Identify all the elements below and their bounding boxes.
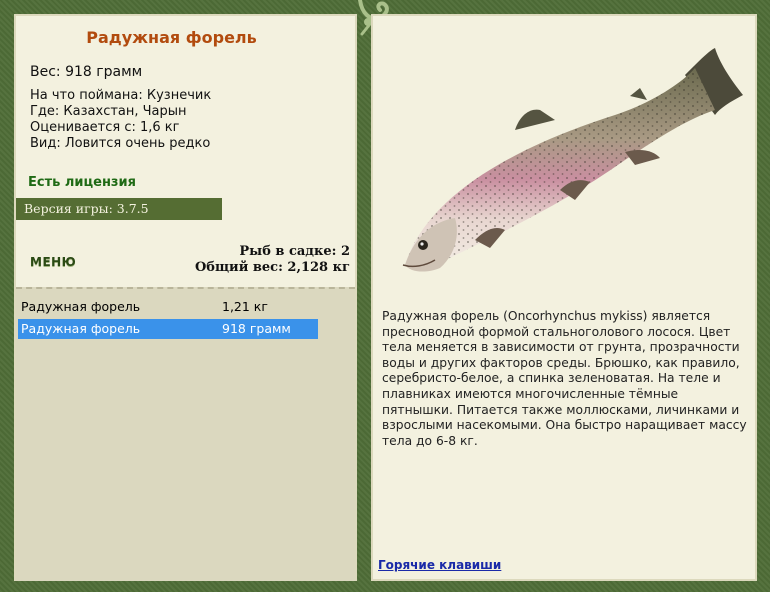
fish-count: Рыб в садке: 2 [239,244,350,259]
fish-title: Радужная форель [86,28,257,47]
game-version-bar: Версия игры: 3.7.5 [16,198,222,220]
keepnet-stats: Рыб в садке: 2 Общий вес: 2,128 кг [140,244,350,276]
list-item[interactable]: Радужная форель 1,21 кг [18,297,318,317]
rainbow-trout-illustration [402,48,743,272]
list-item-weight: 1,21 кг [222,299,268,314]
list-item-selected[interactable]: Радужная форель 918 грамм [18,319,318,339]
catch-list: Радужная форель 1,21 кг Радужная форель … [16,287,355,581]
fish-rarity: Вид: Ловится очень редко [30,136,211,151]
fish-description: Радужная форель (Oncorhynchus mykiss) яв… [382,309,747,448]
license-status: Есть лицензия [28,175,136,190]
list-item-name: Радужная форель [21,321,141,336]
fish-weight: Вес: 918 грамм [30,64,143,80]
total-weight: Общий вес: 2,128 кг [194,260,350,275]
list-item-weight: 918 грамм [222,321,291,336]
fish-bait: На что поймана: Кузнечик [30,88,212,103]
list-item-name: Радужная форель [21,299,141,314]
fish-value: Оценивается с: 1,6 кг [30,120,180,135]
hotkeys-link[interactable]: Горячие клавиши [378,558,501,572]
menu-button[interactable]: МЕНЮ [30,255,76,269]
fish-location: Где: Казахстан, Чарын [30,104,187,119]
